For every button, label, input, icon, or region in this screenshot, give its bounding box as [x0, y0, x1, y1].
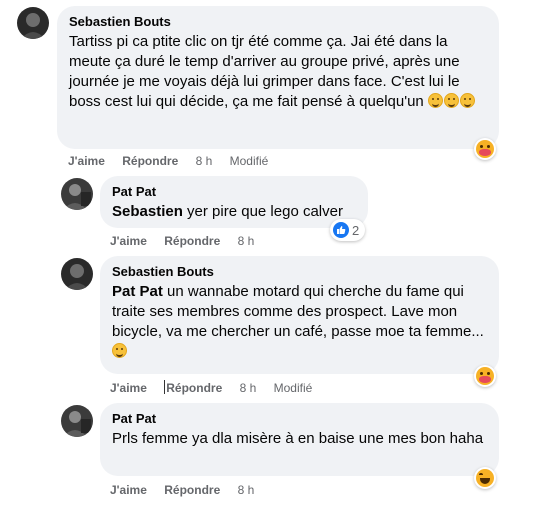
reaction-count-value: 2: [352, 222, 360, 238]
comment-timestamp[interactable]: 8 h: [196, 153, 213, 169]
comment-bubble: Pat Pat Prls femme ya dla misère à en ba…: [100, 403, 499, 476]
comment-actions: J'aime Répondre 8 h: [110, 233, 268, 249]
comment-text: Prls femme ya dla misère à en baise une …: [112, 429, 487, 449]
avatar[interactable]: [61, 258, 93, 290]
comment-timestamp[interactable]: 8 h: [238, 482, 255, 498]
comment-text-content: yer pire que lego calver: [182, 203, 343, 220]
comment-text-content: Prls femme ya dla misère à en baise une …: [112, 430, 484, 447]
edited-label: Modifié: [273, 381, 313, 395]
comment-text-content: Tartiss pi ca ptite clic on tjr été comm…: [69, 33, 460, 110]
comment-text: Sebastien yer pire que lego calver: [112, 202, 356, 222]
mention-link[interactable]: Pat Pat: [112, 283, 163, 300]
comment-text: Pat Pat un wannabe motard qui cherche du…: [112, 282, 487, 362]
like-button[interactable]: J'aime: [68, 153, 105, 169]
comment-bubble: Sebastien Bouts Pat Pat un wannabe motar…: [100, 256, 499, 374]
comment-author[interactable]: Pat Pat: [112, 411, 487, 427]
avatar[interactable]: [61, 405, 93, 437]
comment-timestamp[interactable]: 8 h: [238, 233, 255, 249]
reply-button-label: Répondre: [166, 381, 223, 395]
comment-actions: J'aime Répondre 8 h Modifié: [68, 153, 282, 169]
profile-photo: [61, 405, 93, 437]
avatar[interactable]: [17, 7, 49, 39]
comment-bubble: Sebastien Bouts Tartiss pi ca ptite clic…: [57, 6, 499, 149]
reply-button[interactable]: Répondre: [164, 233, 220, 249]
reply-button[interactable]: Répondre: [164, 482, 220, 498]
care-reaction-icon[interactable]: [474, 365, 496, 387]
comment-author[interactable]: Sebastien Bouts: [69, 14, 487, 30]
like-button[interactable]: J'aime: [110, 380, 147, 396]
comment-actions: J'aime Répondre 8 h Modifié: [110, 380, 326, 396]
profile-photo: [61, 258, 93, 290]
comment-bubble: Pat Pat Sebastien yer pire que lego calv…: [100, 176, 368, 228]
care-reaction-icon[interactable]: [474, 138, 496, 160]
laughing-face-icon: [112, 343, 127, 358]
like-reaction-icon: [333, 222, 349, 238]
comment-text-content: un wannabe motard qui cherche du fame qu…: [112, 283, 484, 340]
thinking-face-icon: [427, 93, 443, 108]
comment-timestamp[interactable]: 8 h: [240, 380, 257, 396]
comment-actions: J'aime Répondre 8 h: [110, 482, 268, 498]
thinking-face-icon: [443, 93, 459, 108]
reply-button[interactable]: Répondre: [164, 380, 222, 396]
like-button[interactable]: J'aime: [110, 233, 147, 249]
avatar[interactable]: [61, 178, 93, 210]
comment-author[interactable]: Sebastien Bouts: [112, 264, 487, 280]
reply-button[interactable]: Répondre: [122, 153, 178, 169]
profile-photo: [17, 7, 49, 39]
edited-label: Modifié: [229, 154, 269, 168]
mention-link[interactable]: Sebastien: [112, 203, 183, 220]
reaction-count[interactable]: 2: [330, 219, 366, 241]
rolling-laughing-face-icon: [459, 93, 475, 108]
haha-reaction-icon[interactable]: [474, 467, 496, 489]
like-button[interactable]: J'aime: [110, 482, 147, 498]
comment-text: Tartiss pi ca ptite clic on tjr été comm…: [69, 32, 487, 112]
comment-author[interactable]: Pat Pat: [112, 184, 356, 200]
profile-photo: [61, 178, 93, 210]
